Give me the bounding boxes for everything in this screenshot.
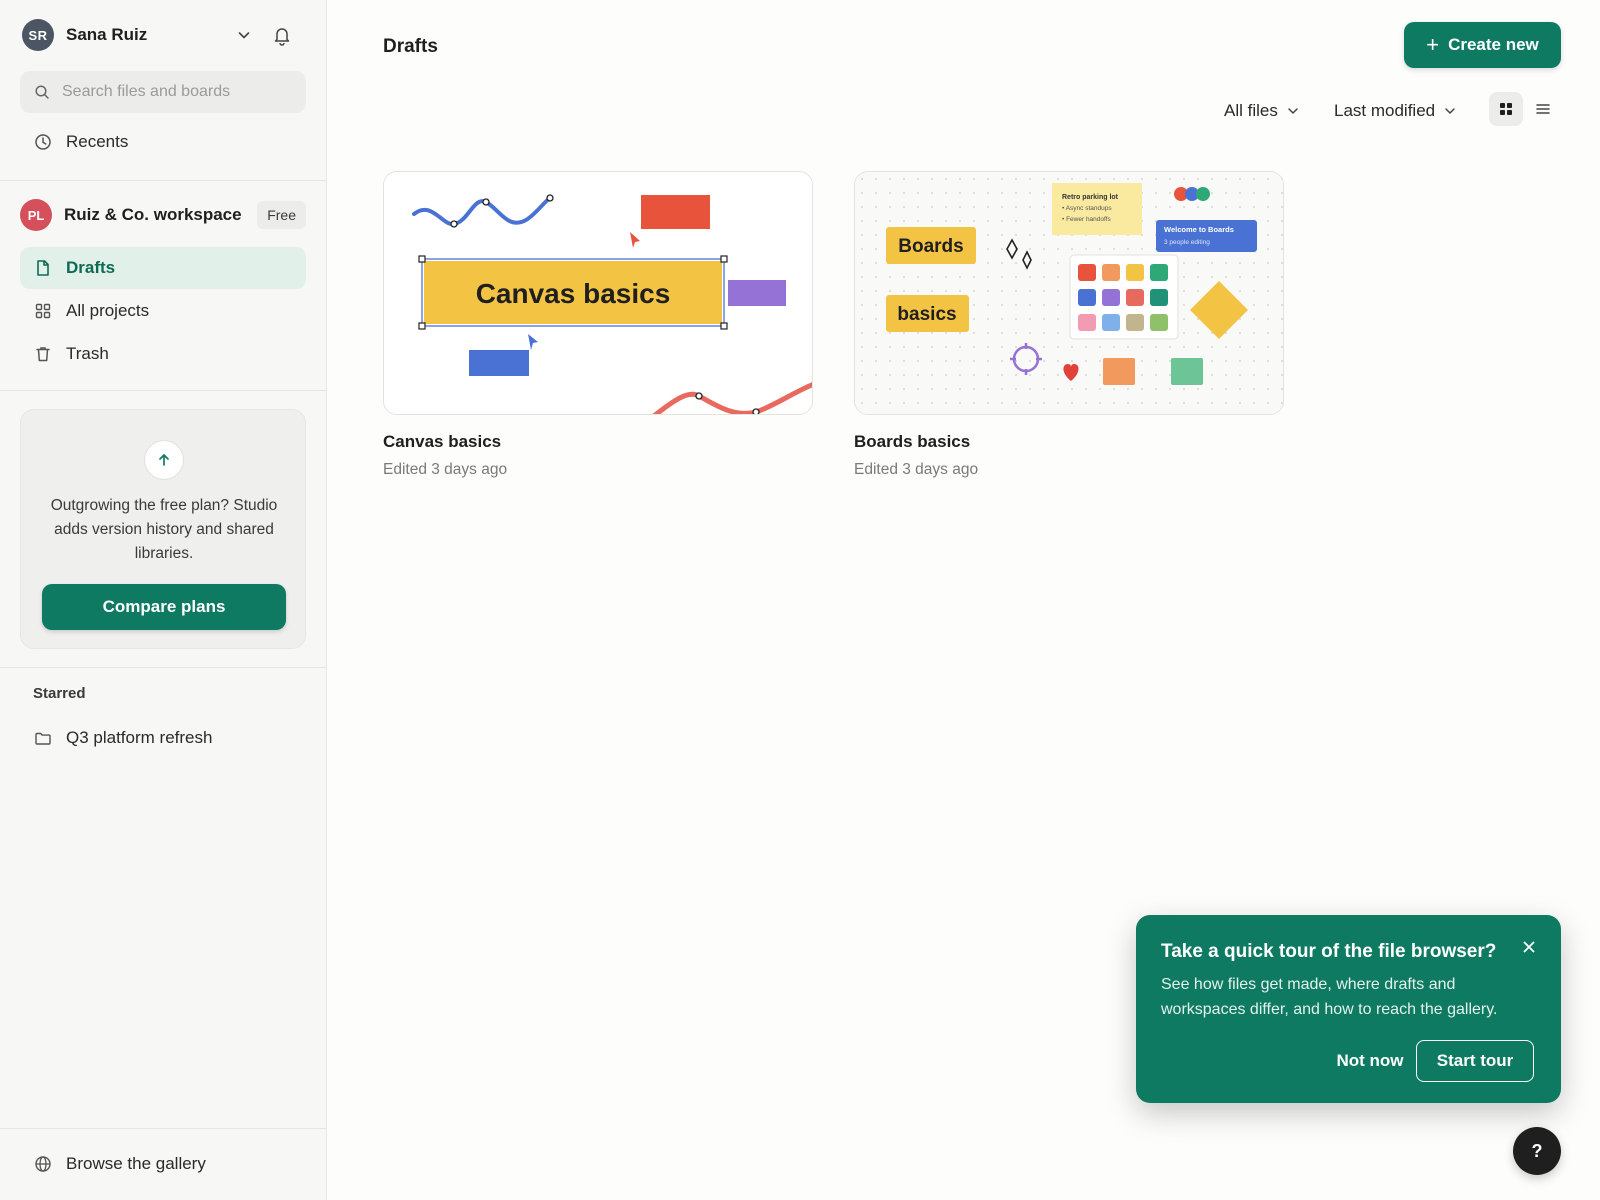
trash-icon (36, 347, 50, 362)
file-card-title[interactable]: Canvas basics (383, 432, 501, 452)
grid-view-toggle[interactable] (1489, 92, 1523, 126)
callout-title: Welcome to Boards (1164, 225, 1234, 234)
user-menu[interactable]: SR Sana Ruiz (22, 18, 304, 52)
sidebar-divider (0, 180, 327, 181)
sidebar-item-label: All projects (66, 301, 150, 320)
help-button[interactable]: ? (1513, 1127, 1561, 1175)
sort-dropdown-label: Last modified (1334, 101, 1436, 120)
plan-badge: Free (257, 201, 306, 229)
canvas-basics-thumbnail: Canvas basics (384, 172, 812, 414)
search-box[interactable] (20, 71, 306, 113)
sidebar: SR Sana Ruiz Recents PL Ruiz & Co. works… (0, 0, 327, 1200)
arrow-up-icon (144, 440, 184, 480)
sidebar-item-trash[interactable]: Trash (20, 333, 306, 375)
sticky-note-title: Retro parking lot (1062, 194, 1119, 201)
sidebar-item-starred-project[interactable]: Q3 platform refresh (20, 717, 306, 759)
not-now-button[interactable]: Not now (1322, 1040, 1418, 1082)
tour-popover: Take a quick tour of the file browser? S… (1136, 915, 1561, 1103)
file-type-filter[interactable]: All files (1224, 99, 1300, 123)
file-card-edited: Edited 3 days ago (854, 461, 979, 478)
file-card-title[interactable]: Boards basics (854, 432, 970, 452)
sidebar-item-browse-gallery[interactable]: Browse the gallery (20, 1143, 306, 1185)
sidebar-item-label: Trash (66, 344, 109, 363)
sidebar-item-recents[interactable]: Recents (20, 121, 306, 163)
sticky-note-line: • Fewer handoffs (1062, 216, 1112, 223)
workspace-switcher[interactable]: PL Ruiz & Co. workspace Free (20, 199, 306, 231)
sidebar-item-all-projects[interactable]: All projects (20, 290, 306, 332)
sidebar-item-label: Browse the gallery (66, 1154, 206, 1173)
tour-title: Take a quick tour of the file browser? (1161, 941, 1497, 962)
create-new-label: Create new (1448, 35, 1539, 54)
search-input[interactable] (62, 83, 292, 101)
upgrade-promo-card: Outgrowing the free plan? Studio adds ve… (20, 409, 306, 649)
close-icon[interactable] (1519, 937, 1539, 957)
sidebar-item-label: Drafts (66, 258, 116, 277)
grid-icon (35, 303, 51, 319)
sidebar-item-drafts[interactable]: Drafts (20, 247, 306, 289)
file-type-filter-label: All files (1224, 101, 1278, 120)
list-view-toggle[interactable] (1526, 92, 1560, 126)
start-tour-button[interactable]: Start tour (1416, 1040, 1534, 1082)
compare-plans-button[interactable]: Compare plans (42, 584, 286, 630)
promo-text: Outgrowing the free plan? Studio adds ve… (50, 497, 278, 562)
list-view-icon (1536, 104, 1550, 114)
sidebar-divider (0, 390, 327, 391)
page-title: Drafts (383, 36, 438, 57)
thumbnail-label: Boards (898, 236, 963, 257)
folder-icon (35, 732, 51, 745)
thumbnail-title: Canvas basics (476, 278, 671, 309)
file-card-boards-basics[interactable]: Boards basics Retro parking lot • Async … (854, 171, 1284, 415)
create-new-button[interactable]: + Create new (1404, 22, 1561, 68)
file-card-canvas-basics[interactable]: Canvas basics (383, 171, 813, 415)
file-icon (37, 260, 49, 276)
file-card-edited: Edited 3 days ago (383, 461, 508, 478)
starred-section-label: Starred (33, 685, 86, 702)
sidebar-item-label: Q3 platform refresh (66, 728, 213, 747)
workspace-avatar: PL (20, 199, 52, 231)
clock-icon (35, 134, 51, 150)
globe-icon (35, 1156, 51, 1172)
sidebar-divider (0, 1128, 327, 1129)
grid-view-icon (1500, 103, 1512, 115)
plus-icon: + (1426, 32, 1440, 57)
chevron-down-icon (1288, 108, 1298, 114)
sidebar-item-label: Recents (66, 132, 129, 151)
sticky-note-line: • Async standups (1062, 205, 1112, 212)
user-avatar: SR (22, 19, 54, 51)
chevron-down-icon[interactable] (235, 26, 253, 44)
tour-body: See how files get made, where drafts and… (1161, 976, 1498, 1018)
search-icon (35, 85, 49, 99)
sort-dropdown[interactable]: Last modified (1334, 99, 1457, 123)
thumbnail-label: basics (897, 304, 956, 325)
chevron-down-icon (1445, 108, 1455, 114)
user-name: Sana Ruiz (66, 25, 148, 44)
bell-icon[interactable] (271, 24, 293, 46)
boards-basics-thumbnail: Boards basics Retro parking lot • Async … (855, 172, 1283, 414)
sidebar-divider (0, 667, 327, 668)
callout-subtitle: 3 people editing (1164, 239, 1210, 246)
workspace-name: Ruiz & Co. workspace (64, 205, 242, 224)
